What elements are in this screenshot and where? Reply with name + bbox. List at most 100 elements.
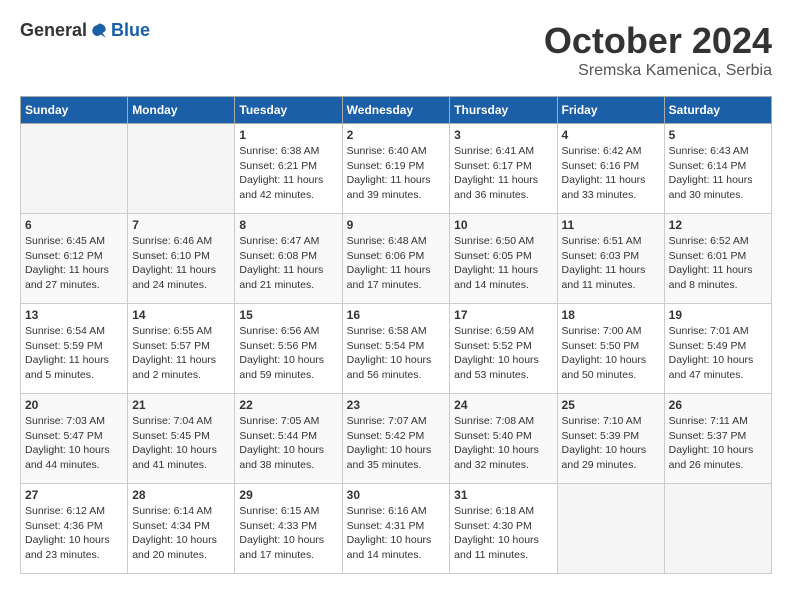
table-row [128,124,235,214]
calendar-header-row: Sunday Monday Tuesday Wednesday Thursday… [21,97,772,124]
col-thursday: Thursday [450,97,557,124]
day-number: 21 [132,398,230,412]
day-number: 31 [454,488,552,502]
day-info: Sunrise: 6:38 AM Sunset: 6:21 PM Dayligh… [239,144,337,203]
day-number: 8 [239,218,337,232]
day-number: 30 [347,488,446,502]
day-info: Sunrise: 6:14 AM Sunset: 4:34 PM Dayligh… [132,504,230,563]
day-number: 15 [239,308,337,322]
page-header: General Blue October 2024 Sremska Kameni… [20,20,772,80]
calendar-week-3: 13 Sunrise: 6:54 AM Sunset: 5:59 PM Dayli… [21,304,772,394]
day-number: 6 [25,218,123,232]
day-number: 27 [25,488,123,502]
day-info: Sunrise: 6:47 AM Sunset: 6:08 PM Dayligh… [239,234,337,293]
day-number: 1 [239,128,337,142]
day-info: Sunrise: 7:01 AM Sunset: 5:49 PM Dayligh… [669,324,767,383]
location-subtitle: Sremska Kamenica, Serbia [544,62,772,80]
day-number: 25 [562,398,660,412]
day-info: Sunrise: 6:40 AM Sunset: 6:19 PM Dayligh… [347,144,446,203]
day-info: Sunrise: 6:43 AM Sunset: 6:14 PM Dayligh… [669,144,767,203]
table-row: 28 Sunrise: 6:14 AM Sunset: 4:34 PM Dayli… [128,484,235,574]
day-info: Sunrise: 6:59 AM Sunset: 5:52 PM Dayligh… [454,324,552,383]
day-number: 20 [25,398,123,412]
day-number: 11 [562,218,660,232]
day-info: Sunrise: 6:58 AM Sunset: 5:54 PM Dayligh… [347,324,446,383]
calendar-week-1: 1 Sunrise: 6:38 AM Sunset: 6:21 PM Daylig… [21,124,772,214]
col-sunday: Sunday [21,97,128,124]
day-info: Sunrise: 7:08 AM Sunset: 5:40 PM Dayligh… [454,414,552,473]
logo: General Blue [20,20,150,41]
table-row: 8 Sunrise: 6:47 AM Sunset: 6:08 PM Daylig… [235,214,342,304]
day-info: Sunrise: 6:41 AM Sunset: 6:17 PM Dayligh… [454,144,552,203]
day-info: Sunrise: 6:18 AM Sunset: 4:30 PM Dayligh… [454,504,552,563]
day-number: 18 [562,308,660,322]
table-row: 25 Sunrise: 7:10 AM Sunset: 5:39 PM Dayli… [557,394,664,484]
table-row: 6 Sunrise: 6:45 AM Sunset: 6:12 PM Daylig… [21,214,128,304]
table-row [21,124,128,214]
table-row: 21 Sunrise: 7:04 AM Sunset: 5:45 PM Dayli… [128,394,235,484]
day-info: Sunrise: 6:56 AM Sunset: 5:56 PM Dayligh… [239,324,337,383]
table-row: 7 Sunrise: 6:46 AM Sunset: 6:10 PM Daylig… [128,214,235,304]
day-number: 12 [669,218,767,232]
day-number: 19 [669,308,767,322]
day-info: Sunrise: 7:04 AM Sunset: 5:45 PM Dayligh… [132,414,230,473]
day-number: 29 [239,488,337,502]
table-row: 11 Sunrise: 6:51 AM Sunset: 6:03 PM Dayli… [557,214,664,304]
day-number: 9 [347,218,446,232]
table-row: 3 Sunrise: 6:41 AM Sunset: 6:17 PM Daylig… [450,124,557,214]
day-number: 3 [454,128,552,142]
day-info: Sunrise: 6:12 AM Sunset: 4:36 PM Dayligh… [25,504,123,563]
table-row: 10Sunrise: 6:50 AM Sunset: 6:05 PM Dayli… [450,214,557,304]
day-info: Sunrise: 6:45 AM Sunset: 6:12 PM Dayligh… [25,234,123,293]
day-info: Sunrise: 6:15 AM Sunset: 4:33 PM Dayligh… [239,504,337,563]
table-row [557,484,664,574]
calendar-week-5: 27 Sunrise: 6:12 AM Sunset: 4:36 PM Dayli… [21,484,772,574]
day-number: 2 [347,128,446,142]
table-row: 2 Sunrise: 6:40 AM Sunset: 6:19 PM Daylig… [342,124,450,214]
month-title: October 2024 [544,20,772,62]
day-info: Sunrise: 6:48 AM Sunset: 6:06 PM Dayligh… [347,234,446,293]
table-row: 14 Sunrise: 6:55 AM Sunset: 5:57 PM Dayli… [128,304,235,394]
day-info: Sunrise: 6:46 AM Sunset: 6:10 PM Dayligh… [132,234,230,293]
day-number: 22 [239,398,337,412]
day-info: Sunrise: 6:42 AM Sunset: 6:16 PM Dayligh… [562,144,660,203]
day-info: Sunrise: 6:55 AM Sunset: 5:57 PM Dayligh… [132,324,230,383]
table-row: 4Sunrise: 6:42 AM Sunset: 6:16 PM Daylig… [557,124,664,214]
table-row: 9 Sunrise: 6:48 AM Sunset: 6:06 PM Daylig… [342,214,450,304]
day-number: 28 [132,488,230,502]
calendar-week-2: 6 Sunrise: 6:45 AM Sunset: 6:12 PM Daylig… [21,214,772,304]
day-number: 26 [669,398,767,412]
table-row: 22Sunrise: 7:05 AM Sunset: 5:44 PM Dayli… [235,394,342,484]
day-info: Sunrise: 7:07 AM Sunset: 5:42 PM Dayligh… [347,414,446,473]
calendar-table: Sunday Monday Tuesday Wednesday Thursday… [20,96,772,574]
day-info: Sunrise: 6:51 AM Sunset: 6:03 PM Dayligh… [562,234,660,293]
table-row: 30 Sunrise: 6:16 AM Sunset: 4:31 PM Dayli… [342,484,450,574]
col-friday: Friday [557,97,664,124]
day-info: Sunrise: 6:54 AM Sunset: 5:59 PM Dayligh… [25,324,123,383]
day-info: Sunrise: 6:52 AM Sunset: 6:01 PM Dayligh… [669,234,767,293]
logo-blue: Blue [111,20,150,41]
day-info: Sunrise: 6:16 AM Sunset: 4:31 PM Dayligh… [347,504,446,563]
table-row: 1 Sunrise: 6:38 AM Sunset: 6:21 PM Daylig… [235,124,342,214]
title-section: October 2024 Sremska Kamenica, Serbia [544,20,772,80]
table-row: 29 Sunrise: 6:15 AM Sunset: 4:33 PM Dayli… [235,484,342,574]
table-row: 12 Sunrise: 6:52 AM Sunset: 6:01 PM Dayli… [664,214,771,304]
day-number: 5 [669,128,767,142]
day-number: 14 [132,308,230,322]
table-row: 24Sunrise: 7:08 AM Sunset: 5:40 PM Dayli… [450,394,557,484]
table-row: 15 Sunrise: 6:56 AM Sunset: 5:56 PM Dayli… [235,304,342,394]
day-number: 23 [347,398,446,412]
table-row: 5 Sunrise: 6:43 AM Sunset: 6:14 PM Daylig… [664,124,771,214]
day-info: Sunrise: 7:11 AM Sunset: 5:37 PM Dayligh… [669,414,767,473]
table-row: 13 Sunrise: 6:54 AM Sunset: 5:59 PM Dayli… [21,304,128,394]
table-row: 31 Sunrise: 6:18 AM Sunset: 4:30 PM Dayli… [450,484,557,574]
table-row [664,484,771,574]
col-saturday: Saturday [664,97,771,124]
table-row: 26 Sunrise: 7:11 AM Sunset: 5:37 PM Dayli… [664,394,771,484]
day-info: Sunrise: 7:10 AM Sunset: 5:39 PM Dayligh… [562,414,660,473]
day-number: 13 [25,308,123,322]
day-number: 7 [132,218,230,232]
table-row: 17Sunrise: 6:59 AM Sunset: 5:52 PM Dayli… [450,304,557,394]
calendar-week-4: 20Sunrise: 7:03 AM Sunset: 5:47 PM Dayli… [21,394,772,484]
table-row: 16Sunrise: 6:58 AM Sunset: 5:54 PM Dayli… [342,304,450,394]
